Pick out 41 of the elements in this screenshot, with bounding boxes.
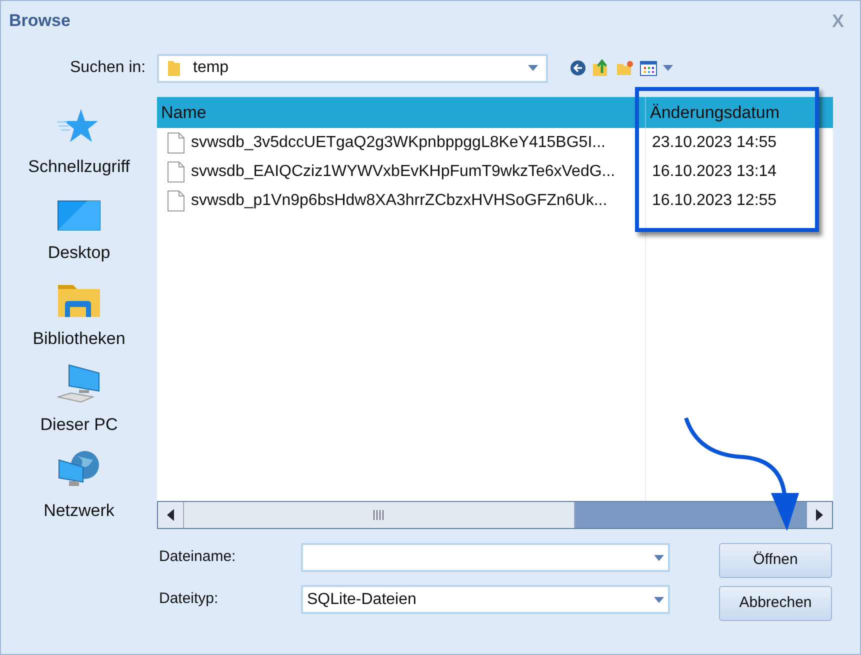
file-type-dropdown[interactable]: SQLite-Dateien xyxy=(301,585,670,614)
scroll-right-icon[interactable] xyxy=(807,502,832,528)
computer-icon xyxy=(57,364,101,404)
column-header[interactable]: Änderungsdatum xyxy=(645,97,833,128)
back-icon[interactable] xyxy=(570,60,586,76)
place-item[interactable]: Dieser PC xyxy=(4,355,154,441)
view-grid-icon[interactable] xyxy=(640,60,657,76)
field-label: Dateityp: xyxy=(159,589,220,610)
look-in-label: Suchen in: xyxy=(70,58,147,78)
dropdown-caret-icon xyxy=(528,65,538,71)
monitor-screen-icon xyxy=(57,200,101,232)
date-cell-text: 16.10.2023 12:55 xyxy=(652,190,777,210)
dropdown-caret-icon xyxy=(654,554,664,560)
file-name-field[interactable] xyxy=(301,543,670,572)
field-label: Dateiname: xyxy=(159,547,237,568)
file-name[interactable]: svwsdb_p1Vn9p6bsHdw8XA3hrrZCbzxHVHSoGFZn6Uk... xyxy=(191,188,608,212)
horizontal-scrollbar[interactable] xyxy=(157,501,833,529)
date-cell-text: 16.10.2023 13:14 xyxy=(652,162,777,182)
date-cell-text: 23.10.2023 14:55 xyxy=(652,132,777,152)
grip-icon xyxy=(373,510,385,520)
file-icon xyxy=(167,190,185,212)
file-name[interactable]: svwsdb_3v5dccUETgaQ2g3WKpnbppggL8KeY415BG5I... xyxy=(191,130,606,154)
scroll-thumb[interactable] xyxy=(183,502,575,528)
folder-icon xyxy=(167,59,181,77)
look-in-dropdown[interactable]: temp xyxy=(157,54,548,82)
file-icon xyxy=(167,132,185,154)
place-item[interactable]: Desktop xyxy=(4,183,154,269)
new-folder-icon[interactable] xyxy=(616,60,634,76)
scroll-left-icon[interactable] xyxy=(158,502,183,528)
column-header[interactable]: Name xyxy=(157,97,645,128)
up-folder-icon[interactable] xyxy=(592,59,610,77)
file-icon xyxy=(167,160,185,182)
place-item[interactable]: Schnellzugriff xyxy=(4,97,154,183)
place-item[interactable]: Bibliotheken xyxy=(4,269,154,355)
file-name[interactable]: svwsdb_EAIQCziz1WYWVxbEvKHpFumT9wkzTe6xVedG... xyxy=(191,160,616,184)
window-title: Browse xyxy=(9,10,70,32)
place-item[interactable]: Netzwerk xyxy=(4,441,154,527)
dropdown-caret-icon[interactable] xyxy=(663,65,673,71)
dropdown-caret-icon xyxy=(654,596,664,602)
cancel-button[interactable]: Abbrechen xyxy=(719,586,832,621)
open-button[interactable]: Öffnen xyxy=(719,543,832,578)
